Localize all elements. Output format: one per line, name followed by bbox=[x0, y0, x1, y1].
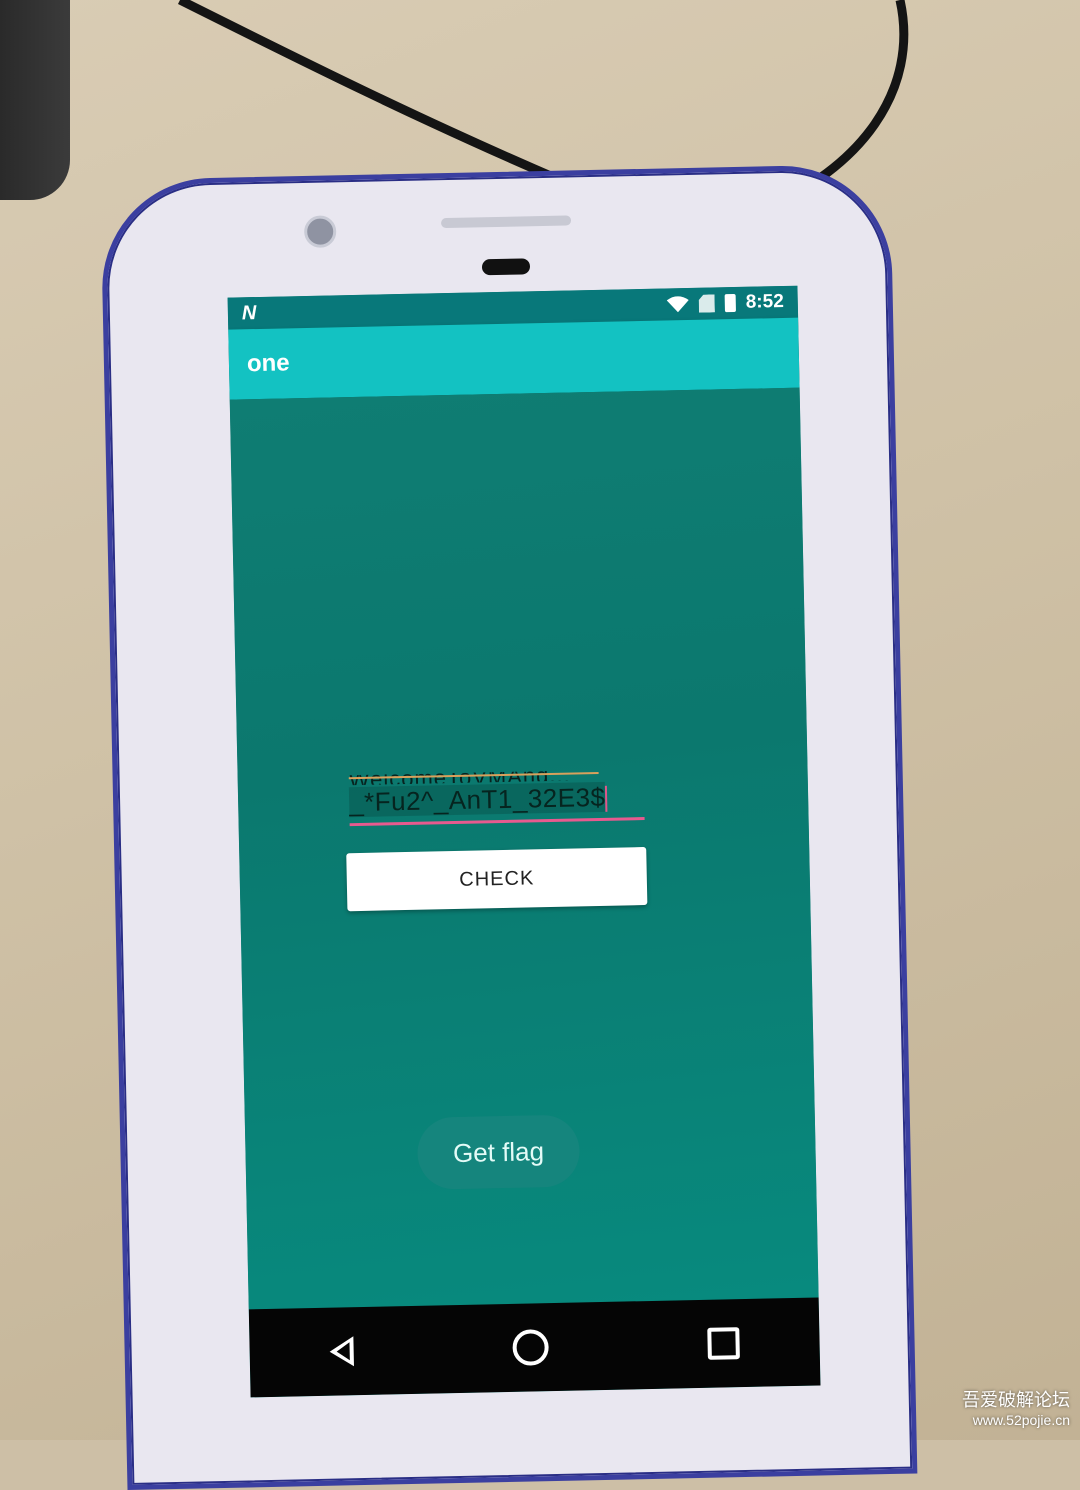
input-field[interactable]: WelcomeToVMAnd... _*Fu2^_AnT1_32E3$ bbox=[349, 769, 645, 835]
phone-screen: N 8:52 one WelcomeToVMAnd... _*Fu2^_AnT1… bbox=[227, 285, 821, 1398]
watermark-url: www.52pojie.cn bbox=[972, 1412, 1070, 1428]
watermark: 吾爱破解论坛 www.52pojie.cn bbox=[962, 1386, 1070, 1428]
check-button[interactable]: CHECK bbox=[346, 846, 648, 912]
status-time: 8:52 bbox=[745, 290, 784, 313]
back-icon[interactable] bbox=[329, 1336, 354, 1367]
status-icons: 8:52 bbox=[666, 290, 784, 315]
get-flag-button[interactable]: Get flag bbox=[416, 1114, 581, 1190]
home-icon[interactable] bbox=[512, 1329, 549, 1366]
no-sim-icon bbox=[699, 294, 715, 312]
app-bar: one bbox=[228, 317, 800, 400]
n-notification-icon: N bbox=[241, 301, 257, 324]
app-title: one bbox=[246, 349, 290, 378]
watermark-title: 吾爱破解论坛 bbox=[962, 1390, 1070, 1410]
front-camera bbox=[303, 215, 337, 249]
input-value[interactable]: _*Fu2^_AnT1_32E3$ bbox=[348, 781, 608, 818]
battery-icon bbox=[724, 293, 736, 313]
text-cursor bbox=[605, 785, 608, 812]
phone: N 8:52 one WelcomeToVMAnd... _*Fu2^_AnT1… bbox=[100, 163, 918, 1490]
recents-icon[interactable] bbox=[707, 1327, 741, 1360]
input-underline bbox=[349, 817, 645, 827]
proximity-sensor bbox=[481, 258, 531, 276]
earpiece-speaker bbox=[440, 215, 572, 229]
wifi-icon bbox=[666, 296, 689, 313]
main-content: WelcomeToVMAnd... _*Fu2^_AnT1_32E3$ CHEC… bbox=[229, 387, 819, 1310]
navigation-bar bbox=[248, 1297, 821, 1398]
